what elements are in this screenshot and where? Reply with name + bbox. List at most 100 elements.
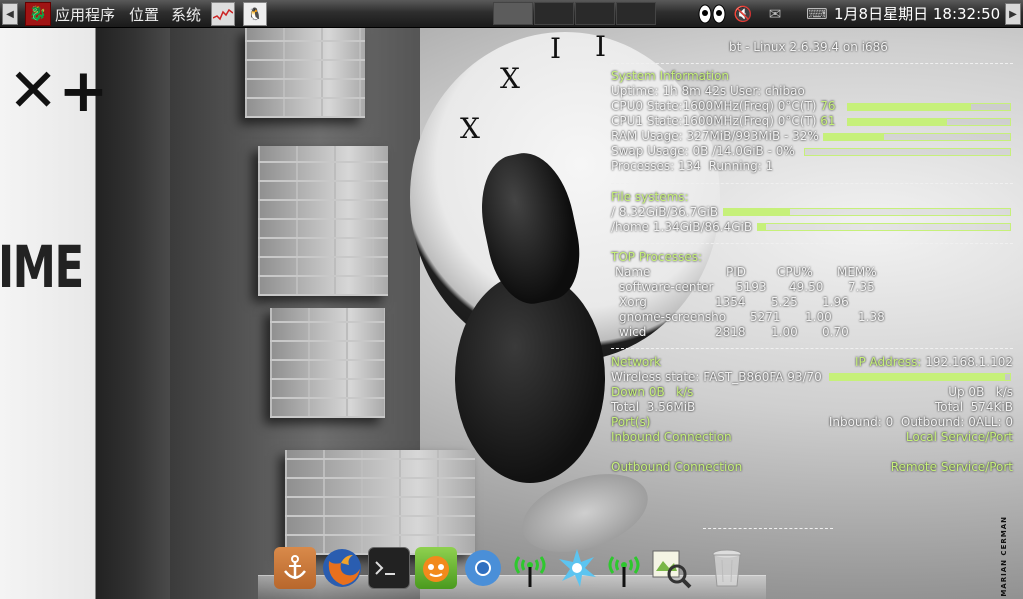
remote-service-port-label: Remote Service/Port: [890, 460, 1013, 474]
process-pid: 2818: [715, 325, 746, 339]
process-name: Xorg: [619, 295, 647, 309]
ram-usage-bar: [823, 133, 1011, 141]
firefox-icon[interactable]: [321, 547, 363, 589]
keyboard-icon[interactable]: ⌨: [806, 4, 828, 24]
divider: [611, 348, 1013, 349]
chromium-icon[interactable]: [462, 547, 504, 589]
process-cpu: 1.00: [771, 325, 798, 339]
process-pid: 5271: [750, 310, 781, 324]
conky-header: bt - Linux 2.6.39.4 on i686: [729, 40, 888, 54]
wallpaper-brick: [270, 308, 385, 418]
uptime-row: Uptime: 1h 8m 42s User: chibao: [611, 84, 805, 98]
total-downloaded: Total 3.56MiB: [611, 400, 696, 414]
cpu0-usage-fill: [848, 104, 972, 110]
ip-address-row: IP Address: 192.168.1.102: [854, 355, 1013, 369]
cpu1-usage-bar: [847, 118, 1011, 126]
process-mem: 1.38: [858, 310, 885, 324]
chat-icon[interactable]: [415, 547, 457, 589]
fs-root-bar: [723, 208, 1011, 216]
top-panel: ◀ 🐉 应用程序 位置 系统 🐧 🔇 ✉ ⌨ 1月8日星期日 18:32:50 …: [0, 0, 1023, 28]
workspace-1[interactable]: [493, 2, 533, 25]
processes-row: Processes: 134 Running: 1: [611, 159, 774, 173]
wifi-icon[interactable]: [603, 547, 645, 589]
proc-header-cpu: CPU%: [777, 265, 813, 279]
process-mem: 0.70: [822, 325, 849, 339]
volume-muted-icon[interactable]: 🔇: [733, 4, 753, 24]
wifi-icon[interactable]: [509, 547, 551, 589]
process-name: software-center: [619, 280, 714, 294]
divider: [703, 528, 833, 529]
outbound-connection-label: Outbound Connection: [611, 460, 743, 474]
wallpaper-sign-mark: ✕+: [8, 56, 109, 126]
cpu1-row: CPU1 State:1600MHz(Freq) 0°C(T) 61: [611, 114, 836, 128]
anchor-icon[interactable]: [274, 547, 316, 589]
wireless-row: Wireless state: FAST_B860FA 93/70: [611, 370, 822, 384]
menu-applications[interactable]: 应用程序: [55, 0, 115, 28]
fs-root-fill: [724, 209, 790, 215]
process-pid: 5193: [736, 280, 767, 294]
process-name: gnome-screensho: [619, 310, 727, 324]
divider: [611, 183, 1013, 184]
system-monitor-launcher-icon[interactable]: [211, 2, 235, 26]
ram-row: RAM Usage: 327MiB/993MiB - 32%: [611, 129, 819, 143]
proc-header-mem: MEM%: [837, 265, 877, 279]
mail-icon[interactable]: ✉: [764, 4, 786, 24]
ram-usage-fill: [824, 134, 884, 140]
top-processes-title: TOP Processes:: [611, 250, 703, 264]
process-mem: 7.35: [848, 280, 875, 294]
panel-scroll-right-button[interactable]: ▶: [1005, 3, 1021, 25]
upload-speed: Up 0B k/s: [948, 385, 1013, 399]
trash-icon[interactable]: [706, 547, 748, 589]
swap-row: Swap Usage: 0B /14.0GiB - 0%: [611, 144, 795, 158]
distro-logo-icon[interactable]: 🐉: [25, 2, 51, 26]
wireless-signal-fill: [830, 374, 1005, 380]
menu-places[interactable]: 位置: [129, 0, 159, 28]
process-pid: 1354: [715, 295, 746, 309]
divider: [611, 243, 1013, 244]
wireless-signal-bar: [829, 373, 1011, 381]
inbound-connection-label: Inbound Connection: [611, 430, 732, 444]
eyes-applet-icon: [697, 4, 727, 24]
filesystems-title: File systems:: [611, 190, 689, 204]
workspace-3[interactable]: [575, 2, 615, 25]
application-dock: [258, 545, 766, 599]
cpu1-usage-fill: [848, 119, 947, 125]
ports-summary: Inbound: 0 Outbound: 0ALL: 0: [828, 415, 1013, 429]
swap-usage-bar: [804, 148, 1011, 156]
process-name: wicd: [619, 325, 647, 339]
workspace-2[interactable]: [534, 2, 574, 25]
wallpaper-sign-lettering: IME: [0, 233, 84, 301]
download-speed: Down 0B k/s: [611, 385, 694, 399]
fs-home-row: /home 1.34GiB/86.4GiB: [611, 220, 753, 234]
wallpaper-brick: [258, 146, 388, 296]
system-info-title: System Information: [611, 69, 730, 83]
total-uploaded: Total 574KiB: [935, 400, 1013, 414]
wallpaper-penguin: [455, 273, 605, 483]
process-cpu: 1.00: [805, 310, 832, 324]
proc-header-name: Name: [615, 265, 651, 279]
chevron-right-icon: ▶: [1009, 8, 1017, 20]
wallpaper-brick: [245, 28, 365, 118]
panel-clock[interactable]: 1月8日星期日 18:32:50: [834, 0, 1000, 28]
image-viewer-icon[interactable]: [650, 547, 692, 589]
divider: [611, 63, 1013, 64]
proc-header-pid: PID: [726, 265, 747, 279]
qq-penguin-launcher-icon[interactable]: 🐧: [243, 2, 267, 26]
network-title: Network: [611, 355, 662, 369]
cpu0-row: CPU0 State:1600MHz(Freq) 0°C(T) 76: [611, 99, 836, 113]
cpu0-usage-bar: [847, 103, 1011, 111]
chevron-left-icon: ◀: [6, 8, 14, 20]
process-mem: 1.96: [822, 295, 849, 309]
workspace-4[interactable]: [616, 2, 656, 25]
process-cpu: 5.25: [771, 295, 798, 309]
panel-scroll-left-button[interactable]: ◀: [2, 3, 18, 25]
local-service-port-label: Local Service/Port: [905, 430, 1013, 444]
process-cpu: 49.50: [789, 280, 824, 294]
menu-system[interactable]: 系统: [171, 0, 201, 28]
network-burst-icon[interactable]: [556, 547, 598, 589]
wallpaper-brick: [285, 450, 475, 555]
terminal-icon[interactable]: [368, 547, 410, 589]
conky-system-monitor: bt - Linux 2.6.39.4 on i686 System Infor…: [611, 40, 1013, 540]
fs-home-bar: [757, 223, 1011, 231]
ports-label: Port(s): [611, 415, 651, 429]
